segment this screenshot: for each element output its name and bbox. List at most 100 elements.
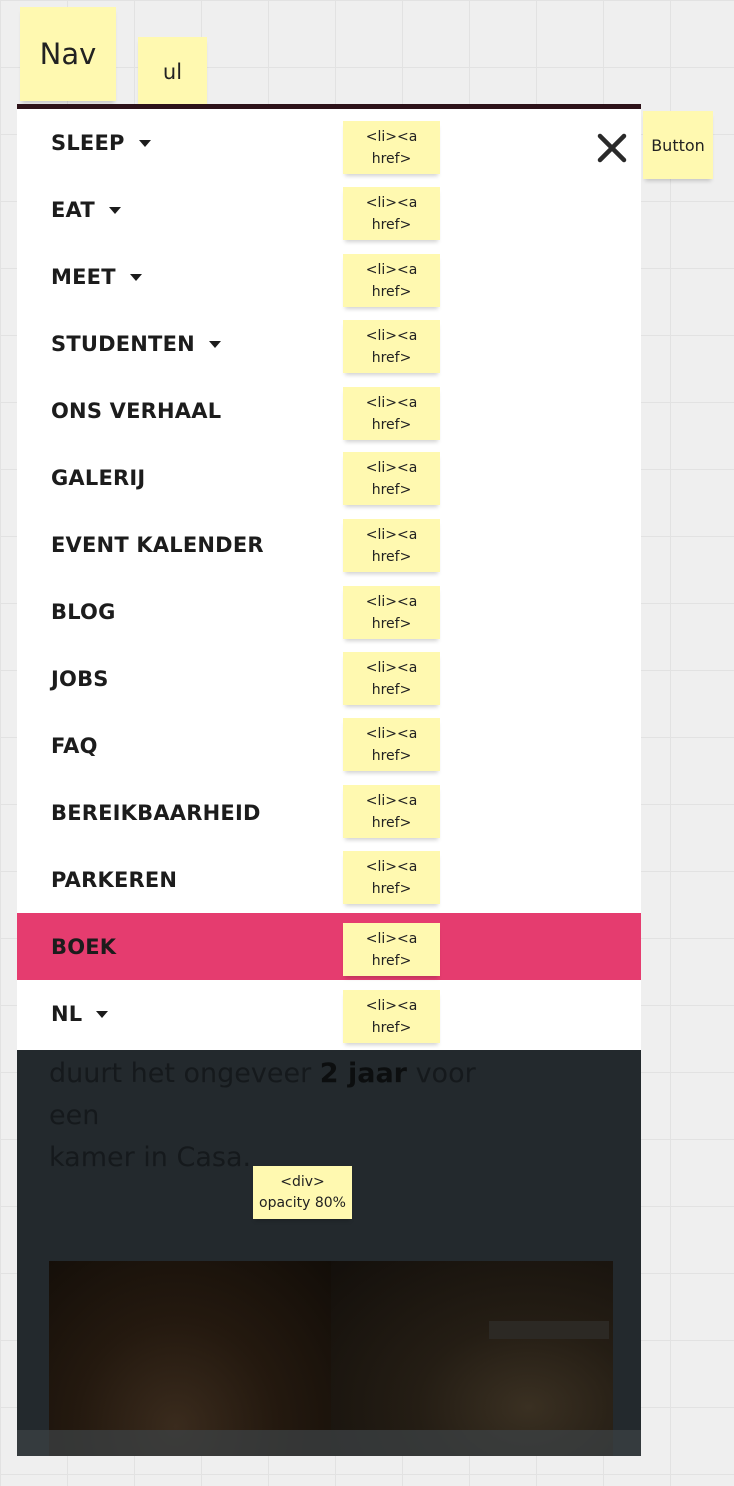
menu-item: EAT bbox=[17, 176, 641, 243]
li-note-line2: href> bbox=[371, 747, 412, 764]
li-sticky-note: <li><a href> bbox=[343, 785, 440, 838]
li-note-line2: href> bbox=[371, 681, 412, 698]
menu-link-label: GALERIJ bbox=[51, 465, 146, 490]
menu-link-galerij[interactable]: GALERIJ bbox=[51, 466, 145, 490]
li-sticky-note: <li><a href> bbox=[343, 320, 440, 373]
photo-left bbox=[49, 1261, 331, 1456]
caret-down-icon bbox=[129, 274, 142, 281]
li-sticky-note: <li><a href> bbox=[343, 187, 440, 240]
menu-item: NL bbox=[17, 980, 641, 1047]
menu-item: STUDENTEN bbox=[17, 310, 641, 377]
menu-item: GALERIJ bbox=[17, 444, 641, 511]
menu-link-eat[interactable]: EAT bbox=[51, 198, 121, 222]
li-sticky-note: <li><a href> bbox=[343, 652, 440, 705]
menu-item: BEREIKBAARHEID bbox=[17, 779, 641, 846]
li-note-line1: <li><a bbox=[365, 459, 418, 476]
li-note-line1: <li><a bbox=[365, 261, 418, 278]
menu-link-blog[interactable]: BLOG bbox=[51, 600, 116, 624]
li-note-line2: href> bbox=[371, 952, 412, 969]
li-note-line2: href> bbox=[371, 615, 412, 632]
li-note-line1: <li><a bbox=[365, 997, 418, 1014]
li-note-line1: <li><a bbox=[365, 394, 418, 411]
li-note-line1: <li><a bbox=[365, 858, 418, 875]
caret-down-icon bbox=[96, 1011, 109, 1018]
li-sticky-note: <li><a href> bbox=[343, 254, 440, 307]
li-note-line1: <li><a bbox=[365, 194, 418, 211]
li-sticky-note: <li><a href> bbox=[343, 718, 440, 771]
caret-down-icon bbox=[138, 140, 151, 147]
button-note-text: Button bbox=[651, 135, 705, 155]
menu-link-bereikbaarheid[interactable]: BEREIKBAARHEID bbox=[51, 801, 261, 825]
menu-link-label: EAT bbox=[51, 197, 95, 222]
menu-link-label: SLEEP bbox=[51, 130, 125, 155]
menu-link-parkeren[interactable]: PARKEREN bbox=[51, 868, 177, 892]
li-note-line1: <li><a bbox=[365, 659, 418, 676]
menu-link-sleep[interactable]: SLEEP bbox=[51, 131, 151, 155]
div-note-line1: <div> bbox=[280, 1173, 325, 1190]
close-button[interactable] bbox=[595, 131, 629, 165]
li-sticky-note: <li><a href> bbox=[343, 452, 440, 505]
menu-link-event-kalender[interactable]: EVENT KALENDER bbox=[51, 533, 264, 557]
li-note-line2: href> bbox=[371, 216, 412, 233]
li-note-line2: href> bbox=[371, 349, 412, 366]
menu-link-nl[interactable]: NL bbox=[51, 1001, 109, 1026]
menu-link-label: MEET bbox=[51, 264, 116, 289]
menu-item: ONS VERHAAL bbox=[17, 377, 641, 444]
menu-link-label: EVENT KALENDER bbox=[51, 532, 264, 557]
li-sticky-note: <li><a href> bbox=[343, 121, 440, 174]
menu-link-label: JOBS bbox=[51, 666, 109, 691]
li-note-line2: href> bbox=[371, 1019, 412, 1036]
menu-link-label: ONS VERHAAL bbox=[51, 398, 222, 423]
caret-down-icon bbox=[208, 341, 221, 348]
close-icon bbox=[597, 133, 627, 163]
nav-menu: SLEEP EAT MEET STUDENTEN ONS VERHAAL GALERIJ E… bbox=[17, 109, 641, 1047]
menu-item: BOEK bbox=[17, 913, 641, 980]
crowd-photo bbox=[49, 1261, 613, 1456]
li-note-line1: <li><a bbox=[365, 128, 418, 145]
li-note-line2: href> bbox=[371, 481, 412, 498]
div-note-line2: opacity 80% bbox=[259, 1194, 346, 1211]
menu-link-label: FAQ bbox=[51, 733, 98, 758]
menu-link-label: PARKEREN bbox=[51, 867, 178, 892]
photo-light-strip bbox=[489, 1321, 609, 1339]
menu-link-label: NL bbox=[51, 1001, 83, 1026]
menu-link-meet[interactable]: MEET bbox=[51, 265, 142, 289]
bottom-strip bbox=[17, 1430, 641, 1456]
mobile-nav-mockup: duurt het ongeveer 2 jaar voor een kamer … bbox=[17, 104, 641, 1456]
li-note-line1: <li><a bbox=[365, 526, 418, 543]
menu-item: EVENT KALENDER bbox=[17, 511, 641, 578]
button-sticky-note: Button bbox=[643, 111, 713, 179]
li-sticky-note: <li><a href> bbox=[343, 851, 440, 904]
nav-sticky-note: Nav bbox=[20, 7, 116, 101]
div-sticky-note: <div> opacity 80% bbox=[253, 1166, 352, 1219]
menu-link-boek[interactable]: BOEK bbox=[51, 935, 116, 959]
menu-link-studenten[interactable]: STUDENTEN bbox=[51, 332, 221, 356]
ul-sticky-note: ul bbox=[138, 37, 207, 106]
li-sticky-note: <li><a href> bbox=[343, 923, 440, 976]
li-note-line1: <li><a bbox=[365, 593, 418, 610]
li-sticky-note: <li><a href> bbox=[343, 519, 440, 572]
menu-item: SLEEP bbox=[17, 109, 641, 176]
li-note-line1: <li><a bbox=[365, 930, 418, 947]
text-part: kamer in Casa. bbox=[49, 1142, 252, 1173]
li-note-line2: href> bbox=[371, 283, 412, 300]
li-note-line2: href> bbox=[371, 814, 412, 831]
li-note-line2: href> bbox=[371, 548, 412, 565]
page-body-text: duurt het ongeveer 2 jaar voor een kamer … bbox=[49, 1053, 509, 1179]
menu-link-jobs[interactable]: JOBS bbox=[51, 667, 109, 691]
nav-note-text: Nav bbox=[39, 37, 97, 71]
li-note-line1: <li><a bbox=[365, 327, 418, 344]
menu-link-ons-verhaal[interactable]: ONS VERHAAL bbox=[51, 399, 221, 423]
text-part: duurt het ongeveer bbox=[49, 1058, 320, 1089]
li-note-line2: href> bbox=[371, 880, 412, 897]
menu-link-label: BOEK bbox=[51, 934, 117, 959]
menu-item: BLOG bbox=[17, 578, 641, 645]
photo-right bbox=[331, 1261, 613, 1456]
li-sticky-note: <li><a href> bbox=[343, 387, 440, 440]
li-sticky-note: <li><a href> bbox=[343, 990, 440, 1043]
ul-note-text: ul bbox=[162, 59, 183, 84]
li-note-line2: href> bbox=[371, 416, 412, 433]
menu-item: PARKEREN bbox=[17, 846, 641, 913]
menu-link-label: STUDENTEN bbox=[51, 331, 195, 356]
menu-link-faq[interactable]: FAQ bbox=[51, 734, 98, 758]
